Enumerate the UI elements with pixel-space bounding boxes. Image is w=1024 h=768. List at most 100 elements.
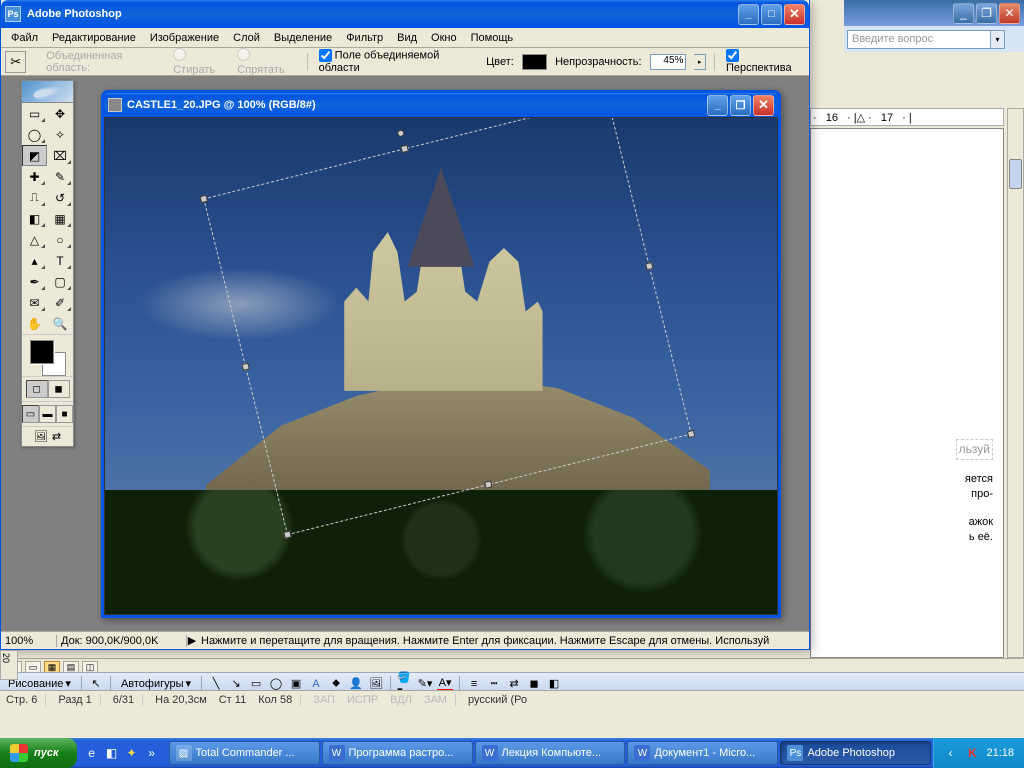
windows-logo-icon	[10, 744, 28, 762]
crop-handle-top-mid[interactable]	[401, 144, 409, 152]
status-lang[interactable]: русский (Ро	[468, 694, 527, 706]
zoom-level-field[interactable]: 100%	[1, 635, 57, 647]
shield-checkbox[interactable]: Поле объединяемой области	[319, 49, 479, 74]
slice-tool[interactable]: ⌧	[48, 145, 73, 166]
quickmask-mode-button[interactable]: ◼	[48, 380, 70, 398]
menu-window[interactable]: Окно	[425, 30, 463, 46]
ql-expand-icon[interactable]: »	[143, 742, 161, 764]
doc-minimize-button[interactable]: _	[707, 95, 728, 116]
task-word-document1[interactable]: WДокумент1 - Micro...	[627, 741, 778, 765]
word-vertical-scrollbar[interactable]	[1007, 108, 1024, 658]
crop-handle-right-mid[interactable]	[645, 261, 653, 269]
crop-handle-top-left[interactable]	[200, 194, 208, 202]
task-word-lecture[interactable]: WЛекция Компьюте...	[475, 741, 626, 765]
hand-tool[interactable]: ✋	[22, 313, 47, 334]
tray-kaspersky-icon[interactable]: K	[964, 745, 980, 761]
shape-tool[interactable]: ▢	[48, 271, 73, 292]
menu-view[interactable]: Вид	[391, 30, 423, 46]
tool-palette-header[interactable]	[22, 81, 73, 103]
doc-close-button[interactable]: ✕	[753, 95, 774, 116]
lasso-tool[interactable]: ◯	[22, 124, 47, 145]
menu-edit[interactable]: Редактирование	[46, 30, 142, 46]
tray-expand-icon[interactable]: ‹	[942, 745, 958, 761]
screen-standard-button[interactable]: ▭	[22, 405, 39, 423]
menu-image[interactable]: Изображение	[144, 30, 225, 46]
standard-mode-button[interactable]: ◻	[26, 380, 48, 398]
task-word-program[interactable]: WПрограмма растро...	[322, 741, 473, 765]
crop-handle-bot-right[interactable]	[687, 430, 695, 438]
marquee-tool[interactable]: ▭	[22, 103, 47, 124]
task-photoshop[interactable]: PsAdobe Photoshop	[780, 741, 931, 765]
word-ruler-horizontal[interactable]: · 16 · |△ · 17 · |	[810, 108, 1004, 126]
tray-clock[interactable]: 21:18	[986, 747, 1014, 759]
crop-handle-left-mid[interactable]	[242, 362, 250, 370]
menu-help[interactable]: Помощь	[465, 30, 520, 46]
menu-filter[interactable]: Фильтр	[340, 30, 389, 46]
eraser-tool[interactable]: ◧	[22, 208, 47, 229]
crop-options-bar: ✂ Объединенная область: Стирать Спрятать…	[1, 48, 809, 76]
foreground-color-swatch[interactable]	[30, 340, 54, 364]
shield-color-swatch[interactable]	[522, 54, 547, 70]
ql-ie-icon[interactable]: e	[83, 742, 101, 764]
photoshop-window: Ps Adobe Photoshop _ □ ✕ Файл Редактиров…	[0, 0, 810, 650]
history-brush-tool[interactable]: ↺	[48, 187, 73, 208]
jump-to-imageready[interactable]: 🖼⇄	[22, 426, 73, 446]
status-pages: 6/31	[113, 694, 143, 706]
hide-radio: Спрятать	[237, 48, 298, 76]
crop-handle-bot-left[interactable]	[284, 530, 292, 538]
windows-taskbar: пуск e ◧ ✦ » ▧Total Commander ... WПрогр…	[0, 738, 1024, 768]
perspective-checkbox[interactable]: Перспектива	[726, 49, 805, 74]
ps-maximize-button[interactable]: □	[761, 4, 782, 25]
photoshop-titlebar[interactable]: Ps Adobe Photoshop _ □ ✕	[1, 0, 809, 28]
opacity-dropdown[interactable]: ▸	[694, 54, 706, 70]
word-text-fragment: льзуй	[956, 439, 993, 460]
pen-tool[interactable]: ✒	[22, 271, 47, 292]
tool-palette[interactable]: ▭ ✥ ◯ ✧ ◩ ⌧ ✚ ✎ ⎍ ↺ ◧ ▦ △ ○ ▴ T ✒ ▢ ✉ ✐	[21, 80, 74, 447]
doc-size-field[interactable]: Док: 900,0K/900,0K	[57, 635, 187, 647]
word-page[interactable]: льзуй яется про- ажок ь её.	[810, 128, 1004, 658]
status-menu-arrow[interactable]: ▶	[187, 634, 197, 647]
opacity-input[interactable]: 45%	[650, 54, 687, 70]
eyedropper-tool[interactable]: ✐	[48, 292, 73, 313]
help-search-input[interactable]	[847, 30, 991, 49]
menu-file[interactable]: Файл	[5, 30, 44, 46]
jump-icon: 🖼	[34, 430, 48, 443]
screen-full-button[interactable]: ■	[56, 405, 73, 423]
wand-tool[interactable]: ✧	[48, 124, 73, 145]
ps-close-button[interactable]: ✕	[784, 4, 805, 25]
menu-select[interactable]: Выделение	[268, 30, 338, 46]
tc-icon: ▧	[176, 745, 192, 761]
menu-layer[interactable]: Слой	[227, 30, 266, 46]
heal-tool[interactable]: ✚	[22, 166, 47, 187]
crop-tool[interactable]: ◩	[22, 145, 47, 166]
brush-tool[interactable]: ✎	[48, 166, 73, 187]
crop-handle-bot-mid[interactable]	[485, 480, 493, 488]
blur-tool[interactable]: △	[22, 229, 47, 250]
help-search-dropdown[interactable]: ▾	[991, 30, 1005, 49]
gradient-tool[interactable]: ▦	[48, 208, 73, 229]
doc-restore-button[interactable]: ❐	[730, 95, 751, 116]
document-titlebar[interactable]: CASTLE1_20.JPG @ 100% (RGB/8#) _ ❐ ✕	[104, 93, 778, 117]
document-window[interactable]: CASTLE1_20.JPG @ 100% (RGB/8#) _ ❐ ✕	[101, 90, 781, 618]
task-total-commander[interactable]: ▧Total Commander ...	[169, 741, 320, 765]
status-section: Разд 1	[58, 694, 100, 706]
word-restore-button[interactable]: ❐	[976, 3, 997, 24]
word-minimize-button[interactable]: _	[953, 3, 974, 24]
feather-icon	[31, 82, 63, 101]
ql-app-icon[interactable]: ✦	[123, 742, 141, 764]
move-tool[interactable]: ✥	[48, 103, 73, 124]
type-tool[interactable]: T	[48, 250, 73, 271]
zoom-tool[interactable]: 🔍	[48, 313, 73, 334]
path-select-tool[interactable]: ▴	[22, 250, 47, 271]
notes-tool[interactable]: ✉	[22, 292, 47, 313]
screen-full-menu-button[interactable]: ▬	[39, 405, 56, 423]
ps-minimize-button[interactable]: _	[738, 4, 759, 25]
dodge-tool[interactable]: ○	[48, 229, 73, 250]
stamp-tool[interactable]: ⎍	[22, 187, 47, 208]
crop-rotate-handle[interactable]	[397, 129, 405, 137]
ql-desktop-icon[interactable]: ◧	[103, 742, 121, 764]
crop-tool-indicator-icon[interactable]: ✂	[5, 51, 26, 73]
start-button[interactable]: пуск	[0, 738, 77, 768]
word-close-button[interactable]: ✕	[999, 3, 1020, 24]
document-canvas[interactable]	[104, 117, 778, 615]
